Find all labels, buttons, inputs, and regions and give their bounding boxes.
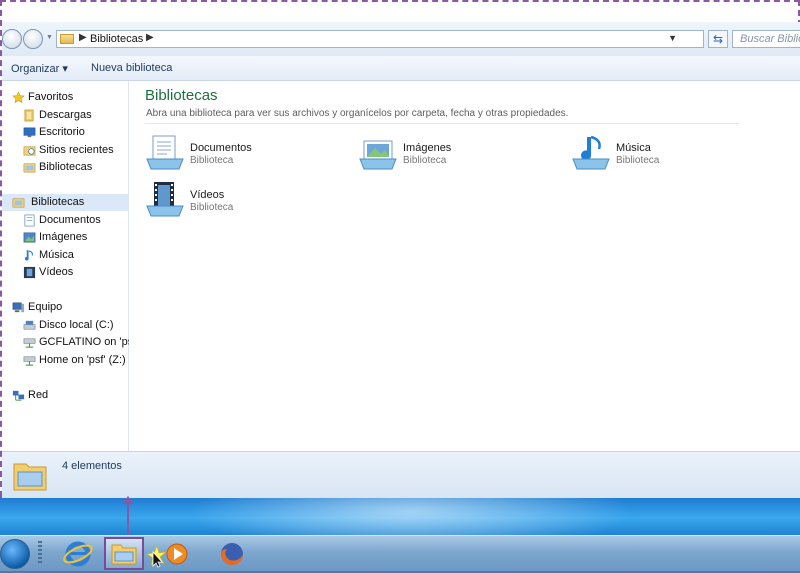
refresh-button[interactable]: ⇆ [708,30,728,48]
library-name: Música [616,142,651,154]
nav-item-libraries-favorite[interactable]: Bibliotecas [23,159,123,176]
music-library-icon [572,135,610,170]
history-dropdown-icon[interactable]: ▼ [46,34,53,41]
library-type: Biblioteca [403,155,447,166]
nav-item-videos[interactable]: Vídeos [23,264,123,281]
taskbar [0,535,800,571]
nav-item-downloads[interactable]: Descargas [23,107,123,124]
library-name: Imágenes [403,142,452,154]
breadcrumb-libraries[interactable]: Bibliotecas [90,33,143,45]
desktop-icon [23,127,36,138]
nav-item-local-disk[interactable]: Disco local (C:) [23,317,128,334]
desktop-swoosh [170,497,650,535]
mouse-cursor-icon [146,546,168,568]
computer-icon [12,302,25,313]
nav-item-pictures[interactable]: Imágenes [23,229,123,246]
nav-libraries-label: Bibliotecas [31,196,85,208]
downloads-folder-icon [24,109,34,122]
documents-icon [24,214,35,227]
nav-computer[interactable]: Equipo [12,299,122,316]
breadcrumb-arrow-icon[interactable]: ▶ [146,32,154,43]
details-pane: 4 elementos [2,451,800,498]
search-input[interactable]: Buscar Bibliotecas [732,30,800,48]
nav-item-label: Home on 'psf' (Z:) [39,354,126,366]
library-item-videos[interactable]: Vídeos Biblioteca [145,180,335,226]
nav-item-music[interactable]: Música [23,247,123,264]
explorer-window: ▼ ▶ Bibliotecas ▶ ▼ ⇆ Buscar Bibliotecas… [0,0,800,498]
start-button[interactable] [0,539,30,569]
nav-item-label: Descargas [39,109,92,121]
nav-item-documents[interactable]: Documentos [23,212,123,229]
nav-item-label: Disco local (C:) [39,319,114,331]
nav-item-label: Documentos [39,214,101,226]
taskbar-windows-explorer[interactable] [104,537,144,570]
page-title: Bibliotecas [145,87,218,104]
content-pane: Bibliotecas Abra una biblioteca para ver… [129,81,800,451]
nav-item-label: Imágenes [39,231,88,243]
drive-icon [23,320,36,330]
libraries-icon [23,163,36,173]
address-bar-row: ▼ ▶ Bibliotecas ▶ ▼ ⇆ Buscar Bibliotecas [2,22,800,56]
nav-item-recent-places[interactable]: Sitios recientes [23,142,123,159]
nav-item-label: Escritorio [39,126,85,138]
libraries-folder-icon [60,34,74,44]
library-item-documents[interactable]: Documentos Biblioteca [145,133,335,179]
network-drive-icon [23,356,36,366]
forward-button[interactable] [23,29,43,49]
nav-item-desktop[interactable]: Escritorio [23,124,123,141]
pictures-library-icon [359,140,397,170]
nav-item-network-drive-home[interactable]: Home on 'psf' (Z:) [23,352,128,369]
nav-item-label: GCFLATINO on 'psf' [39,336,139,348]
libraries-icon [12,198,25,208]
videos-library-icon [146,182,184,217]
libraries-folder-icon [13,463,47,491]
nav-libraries[interactable]: Bibliotecas [2,194,128,211]
new-library-button[interactable]: Nueva biblioteca [91,62,172,74]
library-name: Documentos [190,142,252,154]
organize-menu-button[interactable]: Organizar ▾ [11,62,68,75]
nav-item-label: Bibliotecas [39,161,93,173]
music-icon [24,249,33,261]
documents-library-icon [146,135,184,170]
navigation-pane: Favoritos Descargas Escritorio Sitios re… [2,81,138,451]
nav-item-label: Vídeos [39,266,74,278]
firefox-icon [221,543,243,565]
videos-icon [23,266,36,279]
command-toolbar: Organizar ▾ Nueva biblioteca [2,56,800,81]
taskbar-grip[interactable] [38,541,42,565]
nav-item-label: Sitios recientes [39,144,114,156]
annotation-arrow-head [122,496,134,504]
pictures-icon [23,232,36,243]
windows-explorer-icon [111,544,137,565]
item-count: 4 elementos [62,460,122,472]
page-description: Abra una biblioteca para ver sus archivo… [146,108,569,119]
divider [145,123,739,124]
library-type: Biblioteca [190,155,234,166]
breadcrumb-arrow-icon[interactable]: ▶ [79,32,87,43]
nav-item-label: Música [39,249,74,261]
library-item-pictures[interactable]: Imágenes Biblioteca [358,133,548,179]
network-icon [12,390,25,401]
library-type: Biblioteca [616,155,660,166]
nav-item-network-drive-gcflatino[interactable]: GCFLATINO on 'psf' [23,334,138,351]
nav-favorites-label: Favoritos [28,91,74,103]
back-button[interactable] [2,29,22,49]
library-name: Vídeos [190,189,225,201]
taskbar-firefox[interactable] [211,537,251,570]
nav-network[interactable]: Red [12,387,122,404]
address-dropdown-icon[interactable]: ▼ [668,33,677,43]
nav-favorites[interactable]: Favoritos [12,89,122,106]
nav-network-label: Red [28,389,49,401]
star-icon [12,91,25,104]
recent-places-icon [23,146,36,156]
library-item-music[interactable]: Música Biblioteca [571,133,761,179]
nav-computer-label: Equipo [28,301,63,313]
annotation-arrow-line [127,500,129,535]
taskbar-internet-explorer[interactable] [58,537,98,570]
network-drive-icon [23,338,36,348]
address-field[interactable]: ▶ Bibliotecas ▶ ▼ [56,30,704,48]
internet-explorer-icon [63,541,93,567]
desktop-background [0,497,800,535]
library-type: Biblioteca [190,202,234,213]
